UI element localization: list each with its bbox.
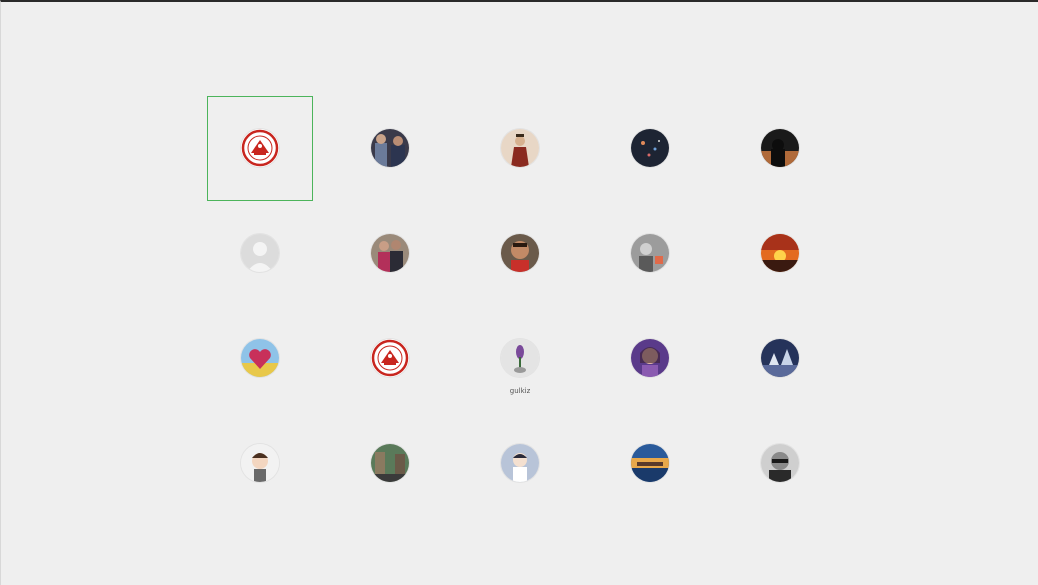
group-photo-icon: [371, 129, 409, 167]
couple-photo-icon: [371, 234, 409, 272]
cartoon-girl-icon: [241, 444, 279, 482]
account-tile[interactable]: [207, 411, 313, 516]
account-tile[interactable]: [727, 201, 833, 306]
account-tile[interactable]: [337, 411, 443, 516]
default-user-icon: [241, 234, 279, 272]
girl-portrait-icon: [631, 339, 669, 377]
blue-night-scene-icon: [761, 339, 799, 377]
grey-portrait-icon: [631, 234, 669, 272]
account-tile[interactable]: [597, 96, 703, 201]
account-tile[interactable]: [467, 201, 573, 306]
traditional-costume-photo-icon: [501, 129, 539, 167]
heart-field-icon: [241, 339, 279, 377]
account-tile[interactable]: gulkiz: [467, 306, 573, 411]
silhouette-photo-icon: [761, 129, 799, 167]
account-name: gulkiz: [509, 387, 531, 395]
account-tile[interactable]: [207, 306, 313, 411]
university-seal-icon: [371, 339, 409, 377]
account-tile[interactable]: [337, 96, 443, 201]
man-sunglasses-icon: [761, 444, 799, 482]
child-photo-icon: [501, 234, 539, 272]
account-tile[interactable]: [467, 96, 573, 201]
account-tile[interactable]: [727, 306, 833, 411]
account-tile[interactable]: [207, 201, 313, 306]
night-lights-photo-icon: [631, 129, 669, 167]
university-seal-icon: [241, 129, 279, 167]
lake-scene-icon: [631, 444, 669, 482]
account-grid: gulkiz: [207, 96, 833, 516]
illustration-girl-icon: [501, 444, 539, 482]
account-tile[interactable]: [597, 201, 703, 306]
account-tile[interactable]: [467, 411, 573, 516]
flower-vase-icon: [501, 339, 539, 377]
account-tile[interactable]: [207, 96, 313, 201]
account-tile[interactable]: [597, 306, 703, 411]
account-tile[interactable]: [337, 306, 443, 411]
account-tile[interactable]: [337, 201, 443, 306]
account-tile[interactable]: [727, 96, 833, 201]
account-tile[interactable]: [597, 411, 703, 516]
city-street-icon: [371, 444, 409, 482]
account-tile[interactable]: [727, 411, 833, 516]
sunset-photo-icon: [761, 234, 799, 272]
